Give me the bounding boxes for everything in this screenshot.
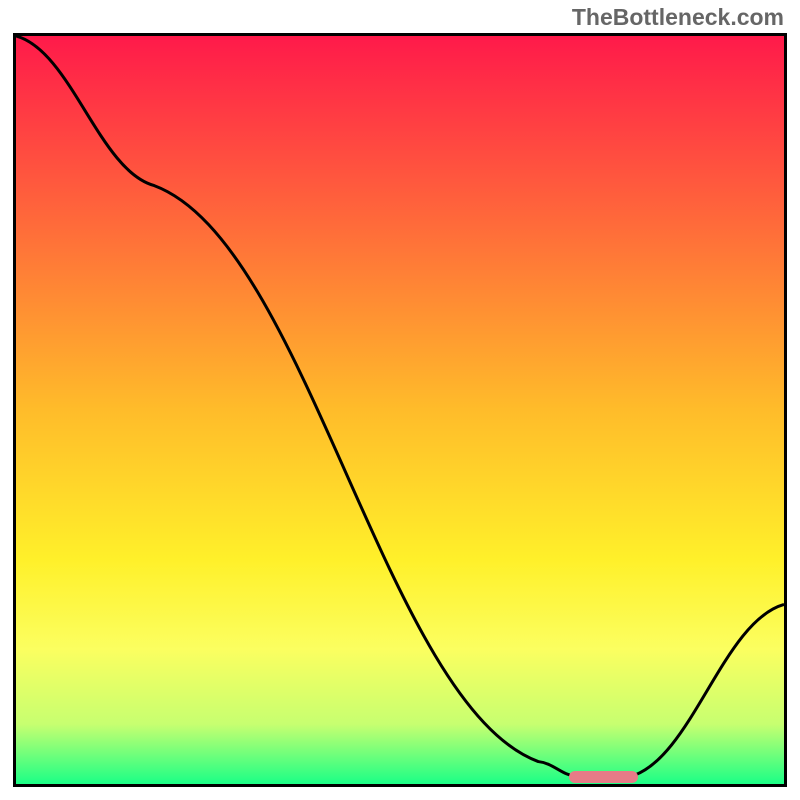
plot-area: [16, 36, 784, 784]
chart-container: TheBottleneck.com: [0, 0, 800, 800]
curve-layer: [16, 36, 784, 784]
bottleneck-curve: [16, 36, 784, 777]
plot-frame: [13, 33, 787, 787]
optimal-marker: [569, 771, 638, 783]
watermark-text: TheBottleneck.com: [572, 4, 784, 31]
